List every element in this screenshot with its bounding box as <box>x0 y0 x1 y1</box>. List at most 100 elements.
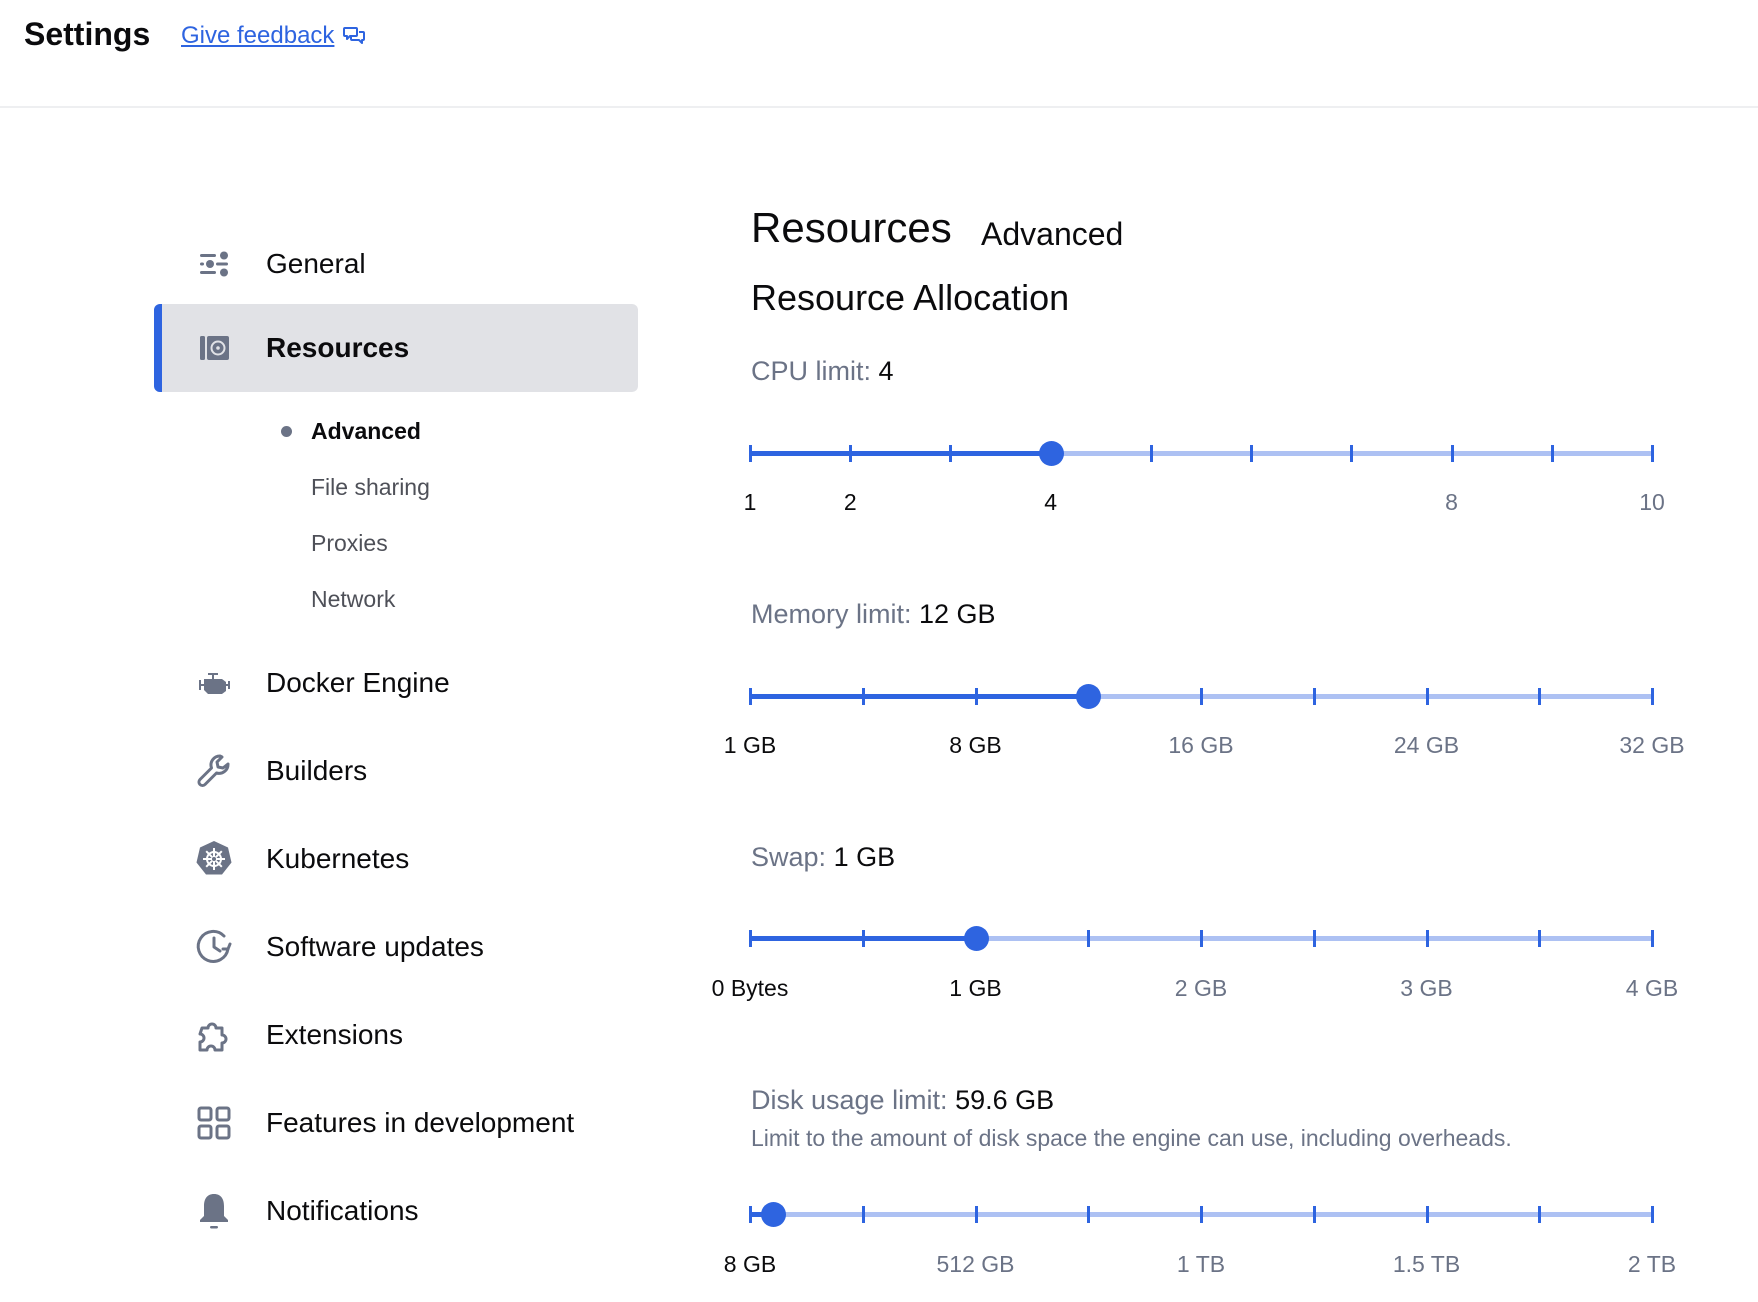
slider-tick <box>1651 930 1654 947</box>
memory-limit-label: Memory limit: 12 GB <box>751 599 996 630</box>
slider-tick <box>1538 930 1542 947</box>
sidebar-subitem-proxies[interactable]: Proxies <box>154 518 638 568</box>
slider-thumb[interactable] <box>1038 441 1064 466</box>
sidebar-subitem-network[interactable]: Network <box>154 574 638 624</box>
slider-tick <box>861 930 865 947</box>
give-feedback-link[interactable]: Give feedback <box>181 22 366 50</box>
slider-tick <box>1087 930 1091 947</box>
slider-fill <box>750 694 1089 699</box>
sidebar-item-features-in-development[interactable]: Features in development <box>154 1079 638 1167</box>
sidebar-subitem-label: Advanced <box>311 417 421 444</box>
slider-tick <box>1312 688 1316 705</box>
bell-icon <box>194 1191 234 1231</box>
slider-tick-label: 1 <box>743 489 757 515</box>
memory-limit-slider[interactable] <box>749 682 1654 712</box>
sidebar-item-resources[interactable]: Resources <box>154 304 638 392</box>
settings-header: Settings Give feedback <box>0 0 1758 108</box>
kubernetes-helm-icon <box>194 839 234 879</box>
slider-tick <box>1651 445 1654 462</box>
sidebar-item-label: Extensions <box>266 1019 403 1050</box>
slider-tick <box>1200 930 1203 947</box>
slider-tick <box>949 445 953 462</box>
slider-thumb[interactable] <box>1076 684 1102 709</box>
sidebar-item-docker-engine[interactable]: Docker Engine <box>154 639 638 727</box>
slider-tick-label: 24 GB <box>1393 732 1460 758</box>
slider-tick <box>861 688 865 705</box>
sidebar-item-general[interactable]: General <box>154 220 638 308</box>
disk-usage-limit-label-text: Disk usage limit: <box>751 1085 948 1115</box>
sidebar-item-software-updates[interactable]: Software updates <box>154 903 638 991</box>
slider-tick <box>1538 688 1542 705</box>
slider-tick-label: 1 GB <box>723 732 777 758</box>
slider-tick <box>974 688 978 705</box>
memory-limit-value: 12 GB <box>919 599 996 629</box>
slider-tick <box>1312 930 1316 947</box>
puzzle-icon <box>194 1015 234 1055</box>
slider-tick-label: 2 TB <box>1627 1251 1677 1277</box>
disk-drive-icon <box>194 328 234 368</box>
slider-tick-label: 16 GB <box>1168 732 1234 758</box>
slider-tick-label: 2 GB <box>1174 975 1228 1001</box>
sidebar-item-label: Docker Engine <box>266 667 450 698</box>
slider-tick <box>1149 445 1153 462</box>
sidebar-item-label: Kubernetes <box>266 843 410 874</box>
sidebar-item-kubernetes[interactable]: Kubernetes <box>154 815 638 903</box>
memory-limit-label-text: Memory limit: <box>751 599 912 629</box>
page-title: Resources <box>751 204 952 251</box>
disk-usage-limit-value: 59.6 GB <box>955 1085 1055 1115</box>
disk-usage-limit-slider[interactable] <box>749 1200 1654 1230</box>
sidebar-subitem-label: File sharing <box>311 473 430 500</box>
sidebar-item-label: General <box>266 248 366 279</box>
slider-tick <box>1651 1206 1654 1223</box>
swap-slider[interactable] <box>749 924 1654 954</box>
slider-tick-label: 1 GB <box>949 975 1002 1001</box>
disk-usage-limit-label: Disk usage limit: 59.6 GB <box>751 1085 1054 1116</box>
grid-icon <box>194 1103 234 1143</box>
slider-tick-label: 3 GB <box>1400 975 1453 1001</box>
slider-tick-label: 4 GB <box>1625 975 1679 1001</box>
sidebar-item-extensions[interactable]: Extensions <box>154 991 638 1079</box>
slider-tick <box>1250 445 1254 462</box>
cpu-limit-label-text: CPU limit: <box>751 356 871 386</box>
cpu-limit-slider[interactable] <box>749 439 1654 469</box>
chat-bubbles-icon <box>343 27 366 44</box>
slider-tick <box>974 1206 978 1223</box>
slider-tick <box>749 1206 752 1223</box>
slider-tick-label: 8 <box>1445 489 1458 515</box>
slider-tick-label: 2 <box>843 489 857 515</box>
page-subtitle: Advanced <box>981 216 1124 252</box>
slider-tick-label: 10 <box>1639 489 1665 515</box>
engine-icon <box>194 663 234 703</box>
wrench-icon <box>194 751 234 791</box>
give-feedback-label: Give feedback <box>181 22 335 49</box>
slider-tick <box>1350 445 1354 462</box>
sidebar-item-notifications[interactable]: Notifications <box>154 1167 638 1255</box>
slider-tick <box>1425 1206 1429 1223</box>
sidebar-item-label: Builders <box>266 755 368 786</box>
swap-value: 1 GB <box>833 842 896 872</box>
cpu-limit-value: 4 <box>878 356 894 386</box>
slider-tick <box>749 930 752 947</box>
page-header-title: Settings <box>24 16 151 52</box>
sidebar-item-builders[interactable]: Builders <box>154 727 638 815</box>
sidebar-subitem-label: Proxies <box>311 529 388 556</box>
sidebar-subitem-advanced[interactable]: Advanced <box>154 406 638 456</box>
slider-tick <box>1312 1206 1316 1223</box>
sidebar-item-label: Features in development <box>266 1107 575 1138</box>
sidebar-item-label: Software updates <box>266 931 484 962</box>
slider-tick-label: 8 GB <box>723 1251 777 1277</box>
slider-tick <box>1087 1206 1091 1223</box>
slider-tick-label: 0 Bytes <box>711 975 789 1001</box>
slider-thumb[interactable] <box>760 1202 786 1227</box>
sidebar-subitem-file-sharing[interactable]: File sharing <box>154 462 638 512</box>
section-title: Resource Allocation <box>751 277 1070 318</box>
slider-tick <box>1651 688 1654 705</box>
slider-tick <box>861 1206 865 1223</box>
slider-tick <box>849 445 853 462</box>
disk-usage-limit-description: Limit to the amount of disk space the en… <box>751 1125 1512 1151</box>
swap-label-text: Swap: <box>751 842 827 872</box>
slider-thumb[interactable] <box>963 926 989 951</box>
slider-tick-label: 1.5 TB <box>1392 1251 1461 1277</box>
slider-tick <box>749 688 752 705</box>
slider-tick <box>1425 930 1429 947</box>
